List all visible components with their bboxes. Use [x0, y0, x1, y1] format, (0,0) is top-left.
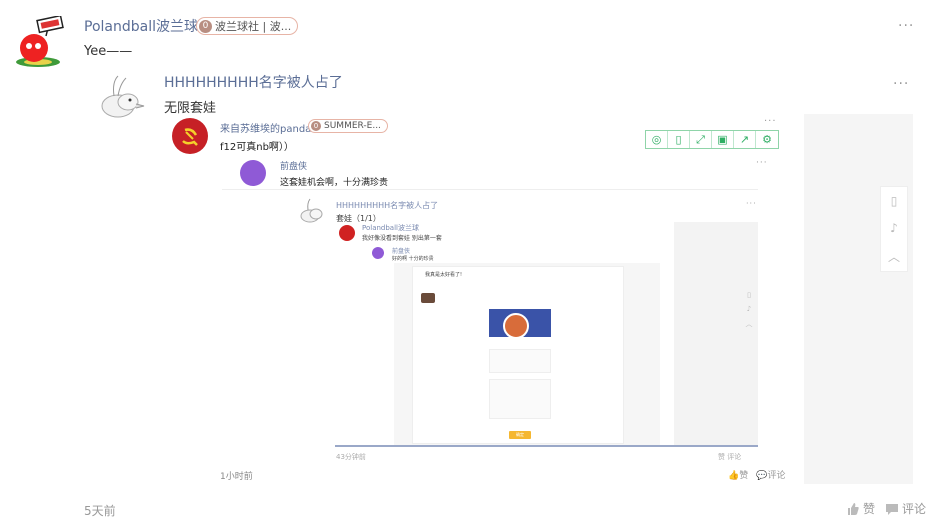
- panda-actions: 👍赞 💬评论: [728, 468, 785, 481]
- avatar-qianpanxia[interactable]: [240, 160, 266, 186]
- level3-comment-button[interactable]: 评论: [727, 453, 741, 461]
- comment-icon: [886, 503, 899, 515]
- profile-card: 我真是太好看了! 确定: [412, 266, 624, 444]
- card-stats: [489, 349, 551, 373]
- badge-text: 波兰球社 | 波...: [215, 20, 292, 33]
- qianpanxia-username[interactable]: 前盘侠: [280, 159, 307, 172]
- panda-like-label: 赞: [739, 471, 749, 481]
- phone-tool-icon[interactable]: ▯: [668, 131, 690, 148]
- badge-level: 0: [199, 19, 212, 33]
- comment-icon: 💬: [756, 471, 768, 481]
- comment-label: 评论: [902, 502, 927, 516]
- avatar-reply[interactable]: [96, 74, 148, 122]
- panda-like-button[interactable]: 👍赞: [728, 468, 748, 481]
- floating-toolbar: ▯ ♪ ︿: [880, 186, 908, 272]
- card-title: 我真是太好看了!: [425, 272, 463, 278]
- avatar-polandball[interactable]: [12, 14, 64, 68]
- back-to-top-icon[interactable]: ︿: [888, 248, 900, 265]
- phone-icon[interactable]: ▯: [891, 194, 898, 208]
- shot-more-icon[interactable]: ···: [764, 116, 777, 127]
- divider: [222, 189, 758, 190]
- panda-username[interactable]: 来自苏维埃的panda: [220, 120, 311, 135]
- avatar-polandball-small[interactable]: [339, 225, 355, 241]
- comment-actions: 赞 评论: [846, 500, 926, 517]
- card-confirm-button[interactable]: 确定: [509, 431, 531, 439]
- user-badge[interactable]: 0 波兰球社 | 波...: [196, 17, 299, 35]
- embedded-screenshot-sidebar: [804, 114, 913, 484]
- comment-button[interactable]: 评论: [885, 500, 926, 517]
- panda-comment-label: 评论: [767, 471, 786, 481]
- level3-like-button[interactable]: 赞: [718, 453, 725, 461]
- nested-bottom-line: [335, 445, 758, 447]
- level3-time: 43分钟前: [336, 453, 366, 461]
- level3-more-icon[interactable]: ···: [746, 199, 757, 208]
- qianpanxia-text: 这套娃机会啊，十分满珍贵: [280, 178, 389, 188]
- nested-screenshot-sidebar: [674, 222, 758, 445]
- nested-float-bar: ▯ ♪ ︿: [744, 288, 754, 332]
- level3-actions: 赞 评论: [718, 452, 741, 462]
- screenshot-tools: ◎ ▯ ⤢ ▣ ↗ ⚙: [645, 130, 779, 149]
- card-avatar: [421, 293, 435, 303]
- avatar-qianpanxia-small[interactable]: [372, 247, 384, 259]
- panda-badge-text: SUMMER-E...: [324, 121, 381, 131]
- level2-more-icon[interactable]: ···: [756, 158, 768, 168]
- reply-more-options-icon[interactable]: ...: [893, 72, 909, 88]
- panda-badge-level: 0: [311, 121, 321, 131]
- level4-username[interactable]: Polandball波兰球: [362, 223, 419, 233]
- comment-username[interactable]: Polandball波兰球: [84, 16, 198, 36]
- settings-tool-icon[interactable]: ⚙: [756, 131, 778, 148]
- nested-bell-icon[interactable]: ♪: [747, 305, 751, 313]
- bell-icon[interactable]: ♪: [890, 221, 898, 235]
- more-options-icon[interactable]: ...: [898, 14, 914, 30]
- level5-username[interactable]: 前盘侠: [392, 246, 410, 255]
- like-button[interactable]: 赞: [846, 500, 875, 517]
- avatar-level3[interactable]: [298, 198, 326, 226]
- save-tool-icon[interactable]: ▣: [712, 131, 734, 148]
- avatar-panda[interactable]: [172, 118, 208, 154]
- panda-text: f12可真nb啊））: [220, 142, 294, 153]
- card-banner: [489, 309, 551, 339]
- thumb-up-icon: [848, 502, 859, 515]
- expand-tool-icon[interactable]: ⤢: [690, 131, 712, 148]
- card-banner-avatar: [503, 313, 529, 339]
- card-details: [489, 379, 551, 419]
- nested-top-icon[interactable]: ︿: [746, 319, 753, 329]
- thumb-up-icon: 👍: [728, 471, 740, 481]
- level4-text: 我好像没看到套娃 别出第一套: [362, 235, 442, 242]
- reply-username[interactable]: HHHHHHHHH名字被人占了: [164, 72, 343, 92]
- level3-username[interactable]: HHHHHHHHH名字被人占了: [336, 200, 438, 211]
- panda-badge[interactable]: 0 SUMMER-E...: [308, 119, 388, 133]
- level5-text: 好的啊 十分的珍贵: [392, 256, 434, 262]
- comment-time: 5天前: [84, 504, 116, 518]
- nested-phone-icon[interactable]: ▯: [747, 291, 751, 299]
- panda-comment-button[interactable]: 💬评论: [756, 468, 785, 481]
- panda-time: 1小时前: [220, 472, 253, 482]
- search-tool-icon[interactable]: ◎: [646, 131, 668, 148]
- comment-text: Yee——: [84, 44, 133, 59]
- like-label: 赞: [863, 502, 876, 516]
- share-tool-icon[interactable]: ↗: [734, 131, 756, 148]
